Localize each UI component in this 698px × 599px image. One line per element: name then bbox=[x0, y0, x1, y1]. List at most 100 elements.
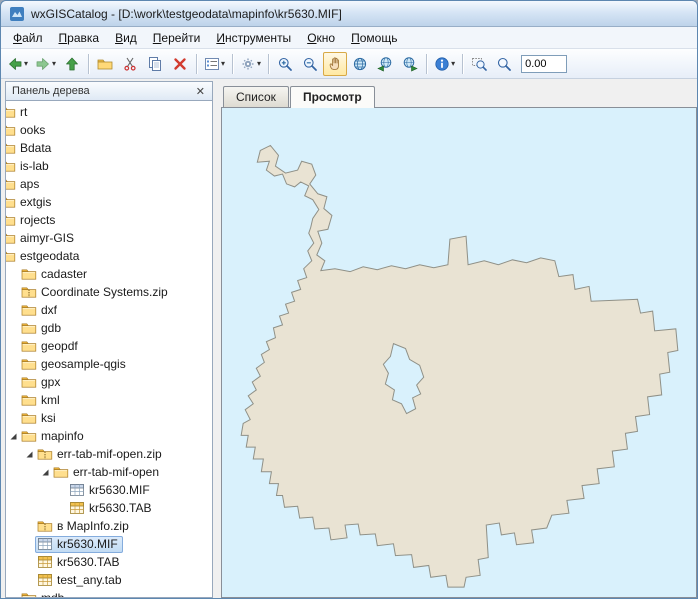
title-bar[interactable]: wxGISCatalog - [D:\work\testgeodata\mapi… bbox=[1, 1, 697, 27]
tree-item[interactable]: kr5630.TAB bbox=[6, 553, 212, 571]
tree-item-content[interactable]: Bdata bbox=[7, 140, 56, 157]
menu-tools[interactable]: Инструменты bbox=[208, 28, 299, 48]
map-preview[interactable] bbox=[221, 107, 697, 598]
app-window: wxGISCatalog - [D:\work\testgeodata\mapi… bbox=[0, 0, 698, 599]
expand-arrow-icon[interactable] bbox=[7, 430, 19, 442]
views-button[interactable]: ▾ bbox=[201, 52, 228, 76]
full-extent-button[interactable] bbox=[348, 52, 372, 76]
tree-item[interactable]: extgis bbox=[6, 193, 212, 211]
tree-item-content[interactable]: err-tab-mif-open.zip bbox=[35, 446, 167, 463]
tree-item[interactable]: test_any.tab bbox=[6, 571, 212, 589]
chevron-down-icon[interactable]: ▾ bbox=[52, 60, 56, 68]
tree-item-content[interactable]: mdb bbox=[19, 590, 69, 599]
menu-edit[interactable]: Правка bbox=[51, 28, 108, 48]
menu-view[interactable]: Вид bbox=[107, 28, 145, 48]
tree-item-content[interactable]: geosample-qgis bbox=[19, 356, 131, 373]
zoom-in-button[interactable] bbox=[273, 52, 297, 76]
tree-item[interactable]: rt bbox=[6, 103, 212, 121]
panel-close-button[interactable]: ✕ bbox=[193, 85, 208, 98]
tree-item[interactable]: mapinfo bbox=[6, 427, 212, 445]
tree-item-content[interactable]: в MapInfo.zip bbox=[35, 518, 134, 535]
connect-folder-button[interactable] bbox=[93, 52, 117, 76]
chevron-down-icon[interactable]: ▾ bbox=[451, 60, 455, 68]
tree-item[interactable]: ksi bbox=[6, 409, 212, 427]
tree-item-content[interactable]: geopdf bbox=[19, 338, 83, 355]
tree-item-content[interactable]: rojects bbox=[7, 212, 60, 229]
identify-button[interactable]: ▾ bbox=[431, 52, 458, 76]
tree-item-content[interactable]: is-lab bbox=[7, 158, 54, 175]
tree-item[interactable]: gpx bbox=[6, 373, 212, 391]
tree-item[interactable]: err-tab-mif-open bbox=[6, 463, 212, 481]
menu-help[interactable]: Помощь bbox=[343, 28, 405, 48]
tree-item-content[interactable]: aimyr-GIS bbox=[7, 230, 79, 247]
tree-item[interactable]: geosample-qgis bbox=[6, 355, 212, 373]
up-one-level-button[interactable] bbox=[60, 52, 84, 76]
tree-item-content[interactable]: err-tab-mif-open bbox=[51, 464, 164, 481]
copy-button[interactable] bbox=[143, 52, 167, 76]
tree-item[interactable]: Bdata bbox=[6, 139, 212, 157]
tree-item[interactable]: kml bbox=[6, 391, 212, 409]
next-extent-button[interactable] bbox=[398, 52, 422, 76]
tree-item[interactable]: err-tab-mif-open.zip bbox=[6, 445, 212, 463]
tree-item-content[interactable]: kr5630.TAB bbox=[35, 554, 124, 571]
panel-splitter[interactable] bbox=[213, 81, 221, 598]
tree-item-content[interactable]: cadaster bbox=[19, 266, 92, 283]
tree-item-content[interactable]: dxf bbox=[19, 302, 62, 319]
menu-window[interactable]: Окно bbox=[299, 28, 343, 48]
back-button[interactable]: ▾ bbox=[4, 52, 31, 76]
tree-item[interactable]: kr5630.TAB bbox=[6, 499, 212, 517]
tree-item-label: в MapInfo.zip bbox=[55, 519, 129, 533]
tree-item[interactable]: geopdf bbox=[6, 337, 212, 355]
tree-item-content[interactable]: Coordinate Systems.zip bbox=[19, 284, 173, 301]
tree-item-selected[interactable]: kr5630.MIF bbox=[35, 536, 123, 553]
zoom-rectangle-button[interactable] bbox=[467, 52, 491, 76]
find-button[interactable] bbox=[492, 52, 516, 76]
expand-arrow-icon[interactable] bbox=[23, 448, 35, 460]
tree-item-content[interactable]: kr5630.TAB bbox=[67, 500, 156, 517]
tree-item-content[interactable]: ooks bbox=[7, 122, 50, 139]
tree-item[interactable]: is-lab bbox=[6, 157, 212, 175]
tree-item[interactable]: cadaster bbox=[6, 265, 212, 283]
tree-item-label: geosample-qgis bbox=[39, 357, 126, 371]
tree-item[interactable]: kr5630.MIF bbox=[6, 535, 212, 553]
previous-extent-button[interactable] bbox=[373, 52, 397, 76]
chevron-down-icon[interactable]: ▾ bbox=[257, 60, 261, 68]
tree-item[interactable]: kr5630.MIF bbox=[6, 481, 212, 499]
menu-file[interactable]: Файл bbox=[5, 28, 51, 48]
tree-item[interactable]: gdb bbox=[6, 319, 212, 337]
tree-item-content[interactable]: test_any.tab bbox=[35, 572, 127, 589]
tree-item-content[interactable]: mapinfo bbox=[19, 428, 89, 445]
tab-preview[interactable]: Просмотр bbox=[290, 86, 375, 108]
tree-item[interactable]: aps bbox=[6, 175, 212, 193]
tree-item[interactable]: estgeodata bbox=[6, 247, 212, 265]
tree-item[interactable]: mdb bbox=[6, 589, 212, 598]
tab-list-view[interactable]: Список bbox=[223, 86, 289, 107]
tree-item[interactable]: ooks bbox=[6, 121, 212, 139]
pan-button[interactable] bbox=[323, 52, 347, 76]
tree-item-content[interactable]: ksi bbox=[19, 410, 61, 427]
tree-item-content[interactable]: kr5630.MIF bbox=[67, 482, 155, 499]
tree-item-content[interactable]: kml bbox=[19, 392, 65, 409]
chevron-down-icon[interactable]: ▾ bbox=[221, 60, 225, 68]
create-new-button[interactable]: ▾ bbox=[237, 52, 264, 76]
tree-item-content[interactable]: aps bbox=[7, 176, 44, 193]
tree-item[interactable]: dxf bbox=[6, 301, 212, 319]
expand-arrow-icon[interactable] bbox=[39, 466, 51, 478]
tree-item[interactable]: aimyr-GIS bbox=[6, 229, 212, 247]
tree-item-content[interactable]: estgeodata bbox=[7, 248, 84, 265]
forward-button[interactable]: ▾ bbox=[32, 52, 59, 76]
tree-item[interactable]: rojects bbox=[6, 211, 212, 229]
zoom-out-button[interactable] bbox=[298, 52, 322, 76]
tree-item[interactable]: Coordinate Systems.zip bbox=[6, 283, 212, 301]
delete-button[interactable] bbox=[168, 52, 192, 76]
cut-button[interactable] bbox=[118, 52, 142, 76]
scale-input[interactable] bbox=[521, 55, 567, 73]
tree-item[interactable]: в MapInfo.zip bbox=[6, 517, 212, 535]
tree-item-content[interactable]: gdb bbox=[19, 320, 66, 337]
menu-go[interactable]: Перейти bbox=[145, 28, 209, 48]
chevron-down-icon[interactable]: ▾ bbox=[24, 60, 28, 68]
tree-item-content[interactable]: rt bbox=[7, 104, 32, 121]
tree-item-label: aimyr-GIS bbox=[18, 231, 74, 245]
tree-item-content[interactable]: extgis bbox=[7, 194, 56, 211]
tree-item-content[interactable]: gpx bbox=[19, 374, 65, 391]
